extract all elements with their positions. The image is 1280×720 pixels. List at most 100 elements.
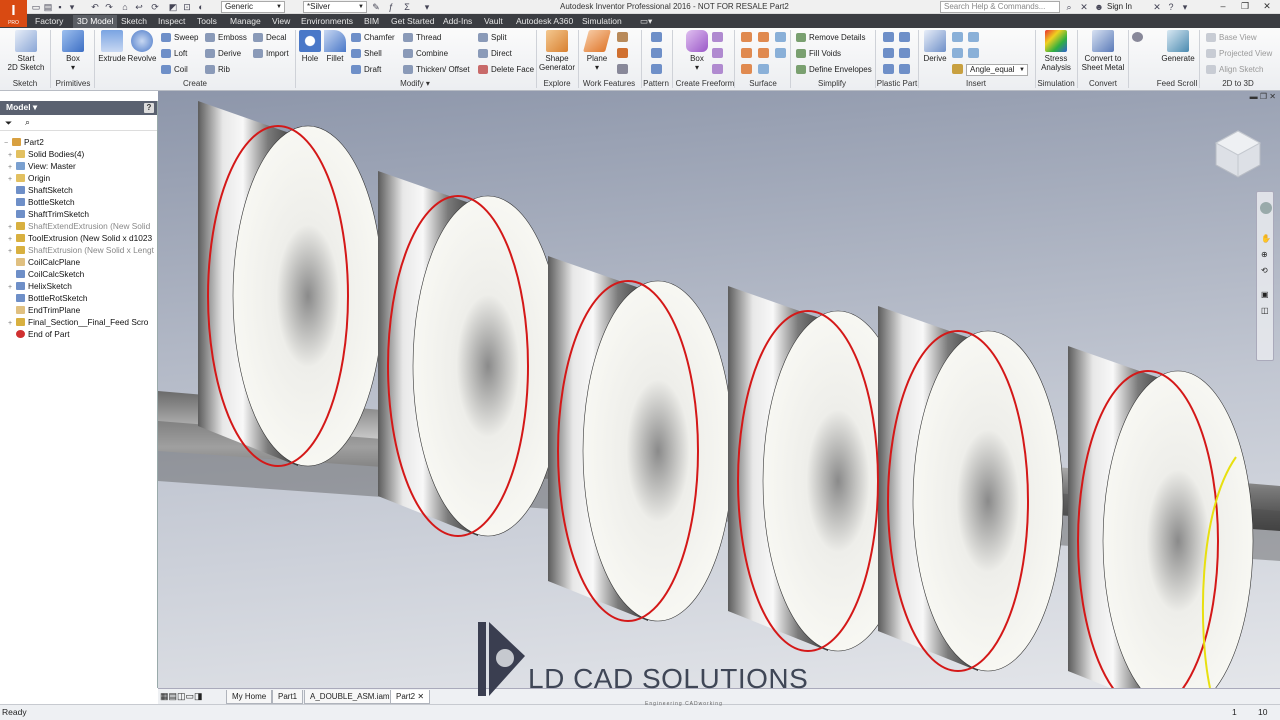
fillet-button[interactable]: Fillet [323, 30, 347, 63]
stress-analysis-button[interactable]: Stress Analysis [1039, 30, 1073, 72]
freeform-edit-icon[interactable] [712, 64, 723, 74]
boundary-patch-icon[interactable] [775, 48, 786, 58]
point-icon[interactable] [617, 48, 628, 58]
undo-icon[interactable]: ↶ [90, 2, 100, 12]
window-close-button[interactable]: ✕ [1260, 1, 1274, 13]
tab-view[interactable]: View [272, 15, 290, 28]
delete-face-button[interactable]: Delete Face [478, 64, 534, 75]
tree-item[interactable]: CoilCalcPlane [8, 256, 80, 268]
look-at-icon[interactable]: ▣ [1261, 290, 1269, 299]
insert-icon-4[interactable] [968, 48, 979, 58]
doc-tab-part1[interactable]: Part1 [272, 690, 304, 704]
tab-autodesk-a360[interactable]: Autodesk A360 [516, 15, 573, 28]
circular-pattern-icon[interactable] [651, 48, 662, 58]
freeform-box-button[interactable]: Box ▾ [683, 30, 711, 72]
tab-tools[interactable]: Tools [197, 15, 217, 28]
chamfer-button[interactable]: Chamfer [351, 32, 395, 43]
insert-icon-1[interactable] [952, 32, 963, 42]
tab-simulation[interactable]: Simulation [582, 15, 622, 28]
maximize-button[interactable]: ❐ [1238, 1, 1252, 13]
axis-icon[interactable] [617, 32, 628, 42]
sweep-button[interactable]: Sweep [161, 32, 198, 43]
layout-icons[interactable]: ▦▤◫▭◨ [160, 691, 203, 702]
panel-label-modify[interactable]: Modify ▾ [400, 79, 430, 88]
tab-get-started[interactable]: Get Started [391, 15, 434, 28]
tree-item[interactable]: EndTrimPlane [8, 304, 80, 316]
model-render[interactable] [158, 91, 1280, 688]
ucs-icon[interactable] [617, 64, 628, 74]
replace-face-icon[interactable] [741, 64, 752, 74]
close-tab-icon[interactable]: ✕ [417, 692, 424, 701]
derive2-button[interactable]: Derive [922, 30, 948, 63]
stitch-icon[interactable] [741, 32, 752, 42]
new-icon[interactable]: ▭ [31, 2, 41, 12]
help-icon[interactable]: ? [144, 103, 154, 113]
rest-icon[interactable] [883, 48, 894, 58]
user-icon[interactable]: ☻ [1094, 2, 1104, 12]
sculpt-icon[interactable] [758, 32, 769, 42]
tree-item[interactable]: BottleSketch [8, 196, 75, 208]
lip-icon[interactable] [899, 64, 910, 74]
viewport-minimize[interactable]: ▬ [1250, 92, 1258, 101]
customize-qat-icon[interactable]: ▾ [422, 2, 432, 12]
open-icon[interactable]: ▤ [43, 2, 53, 12]
close-icon[interactable]: ✕ [1079, 2, 1089, 12]
decal-button[interactable]: Decal [253, 32, 286, 43]
trim-icon[interactable] [741, 48, 752, 58]
tree-item[interactable]: CoilCalcSketch [8, 268, 84, 280]
redo-icon[interactable]: ↷ [104, 2, 114, 12]
tab-add-ins[interactable]: Add-Ins [443, 15, 472, 28]
sign-in-link[interactable]: Sign In [1107, 2, 1132, 11]
measure-icon[interactable]: ⊡ [182, 2, 192, 12]
tree-item[interactable]: BottleRotSketch [8, 292, 88, 304]
save-dropdown-icon[interactable]: ▾ [67, 2, 77, 12]
direct-button[interactable]: Direct [478, 48, 512, 59]
patch-icon[interactable] [775, 32, 786, 42]
convert-sheet-metal-button[interactable]: Convert to Sheet Metal [1080, 30, 1126, 72]
plane-button[interactable]: Plane ▾ [582, 30, 612, 72]
orbit-icon[interactable]: ⟲ [1261, 266, 1268, 275]
mirror-icon[interactable] [651, 64, 662, 74]
generate-button[interactable]: Generate [1158, 30, 1198, 63]
angle-equal-dropdown[interactable]: Angle_equal ▼ [966, 64, 1028, 76]
tab-vault[interactable]: Vault [484, 15, 503, 28]
pan-icon[interactable]: ✋ [1261, 234, 1271, 243]
find-icon[interactable]: ⌕ [25, 117, 30, 128]
home-icon[interactable]: ⌂ [120, 2, 130, 12]
fill-voids-button[interactable]: Fill Voids [796, 48, 841, 59]
fx-icon[interactable]: ƒ [386, 2, 396, 12]
tab-environments[interactable]: Environments [301, 15, 353, 28]
tab-sketch[interactable]: Sketch [121, 15, 147, 28]
feed-scroll-option-icon[interactable] [1132, 32, 1143, 42]
clear-appearance-icon[interactable]: ✎ [371, 2, 381, 12]
box-button[interactable]: Box ▾ [58, 30, 88, 72]
shape-generator-button[interactable]: Shape Generator [538, 30, 576, 72]
snap-fit-icon[interactable] [899, 48, 910, 58]
tree-item[interactable]: End of Part [8, 328, 70, 340]
graphics-window[interactable]: ▬ ❐ ✕ ✋ ⊕ ⟲ ▣ ◫ [158, 91, 1280, 688]
panel-label-surface[interactable]: Surface [749, 79, 777, 88]
thicken-offset-button[interactable]: Thicken/ Offset [403, 64, 470, 75]
appearance-dropdown[interactable]: *Silver ▼ [303, 1, 367, 13]
grill-icon[interactable] [883, 32, 894, 42]
steering-wheel-icon[interactable] [1260, 202, 1272, 214]
doc-tab-part2[interactable]: Part2 ✕ [390, 690, 431, 704]
select-icon[interactable]: ◩ [168, 2, 178, 12]
viewport-close[interactable]: ✕ [1269, 92, 1276, 101]
tab-3d-model[interactable]: 3D Model [73, 15, 118, 28]
emboss-button[interactable]: Emboss [205, 32, 247, 43]
zoom-all-icon[interactable]: ◫ [1261, 306, 1269, 315]
boss-icon[interactable] [899, 32, 910, 42]
align-sketch-button[interactable]: Align Sketch [1206, 64, 1263, 75]
viewcube[interactable] [1212, 127, 1264, 181]
minimize-button[interactable]: – [1216, 1, 1230, 13]
shell-button[interactable]: Shell [351, 48, 382, 59]
tab-factory[interactable]: Factory [35, 15, 63, 28]
help-dropdown-icon[interactable]: ▾ [1180, 2, 1190, 12]
hole-button[interactable]: Hole [298, 30, 322, 63]
doc-tab-a-double-asm[interactable]: A_DOUBLE_ASM.iam [304, 690, 396, 704]
split-button[interactable]: Split [478, 32, 507, 43]
zoom-icon[interactable]: ⊕ [1261, 250, 1268, 259]
update-icon[interactable]: ⟳ [150, 2, 160, 12]
color-icon[interactable]: ◐ [196, 2, 206, 12]
